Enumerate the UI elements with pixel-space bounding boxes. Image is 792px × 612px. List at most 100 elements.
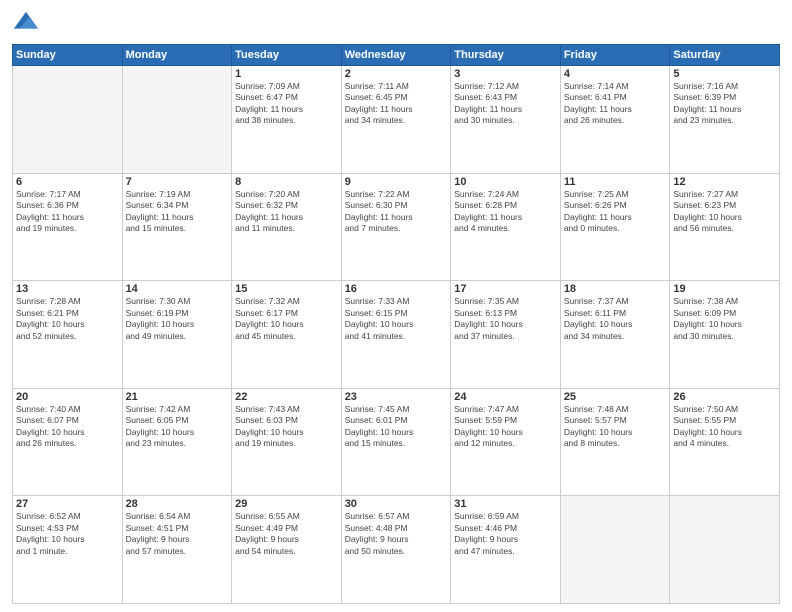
calendar-cell: 13Sunrise: 7:28 AM Sunset: 6:21 PM Dayli…: [13, 281, 123, 389]
calendar-cell: 24Sunrise: 7:47 AM Sunset: 5:59 PM Dayli…: [451, 388, 561, 496]
calendar-day-header: Tuesday: [232, 45, 342, 66]
day-info: Sunrise: 7:50 AM Sunset: 5:55 PM Dayligh…: [673, 404, 776, 450]
calendar-header-row: SundayMondayTuesdayWednesdayThursdayFrid…: [13, 45, 780, 66]
calendar-cell: 22Sunrise: 7:43 AM Sunset: 6:03 PM Dayli…: [232, 388, 342, 496]
calendar-cell: 31Sunrise: 6:59 AM Sunset: 4:46 PM Dayli…: [451, 496, 561, 604]
day-info: Sunrise: 7:14 AM Sunset: 6:41 PM Dayligh…: [564, 81, 667, 127]
calendar-cell: 4Sunrise: 7:14 AM Sunset: 6:41 PM Daylig…: [560, 66, 670, 174]
calendar-cell: 9Sunrise: 7:22 AM Sunset: 6:30 PM Daylig…: [341, 173, 451, 281]
day-number: 25: [564, 391, 667, 403]
day-number: 11: [564, 176, 667, 188]
calendar-week-row: 6Sunrise: 7:17 AM Sunset: 6:36 PM Daylig…: [13, 173, 780, 281]
day-info: Sunrise: 7:38 AM Sunset: 6:09 PM Dayligh…: [673, 296, 776, 342]
calendar-day-header: Friday: [560, 45, 670, 66]
calendar-cell: 11Sunrise: 7:25 AM Sunset: 6:26 PM Dayli…: [560, 173, 670, 281]
calendar-cell: 2Sunrise: 7:11 AM Sunset: 6:45 PM Daylig…: [341, 66, 451, 174]
day-info: Sunrise: 7:43 AM Sunset: 6:03 PM Dayligh…: [235, 404, 338, 450]
calendar-cell: 7Sunrise: 7:19 AM Sunset: 6:34 PM Daylig…: [122, 173, 232, 281]
calendar-cell: [560, 496, 670, 604]
day-number: 30: [345, 498, 448, 510]
day-number: 4: [564, 68, 667, 80]
calendar-cell: 5Sunrise: 7:16 AM Sunset: 6:39 PM Daylig…: [670, 66, 780, 174]
day-info: Sunrise: 7:16 AM Sunset: 6:39 PM Dayligh…: [673, 81, 776, 127]
day-number: 23: [345, 391, 448, 403]
calendar-week-row: 13Sunrise: 7:28 AM Sunset: 6:21 PM Dayli…: [13, 281, 780, 389]
calendar-cell: 10Sunrise: 7:24 AM Sunset: 6:28 PM Dayli…: [451, 173, 561, 281]
day-info: Sunrise: 7:11 AM Sunset: 6:45 PM Dayligh…: [345, 81, 448, 127]
calendar-cell: 16Sunrise: 7:33 AM Sunset: 6:15 PM Dayli…: [341, 281, 451, 389]
day-info: Sunrise: 6:54 AM Sunset: 4:51 PM Dayligh…: [126, 511, 229, 557]
calendar-day-header: Monday: [122, 45, 232, 66]
day-number: 31: [454, 498, 557, 510]
day-info: Sunrise: 6:52 AM Sunset: 4:53 PM Dayligh…: [16, 511, 119, 557]
day-info: Sunrise: 7:48 AM Sunset: 5:57 PM Dayligh…: [564, 404, 667, 450]
calendar-day-header: Saturday: [670, 45, 780, 66]
day-number: 29: [235, 498, 338, 510]
day-number: 22: [235, 391, 338, 403]
calendar-cell: 27Sunrise: 6:52 AM Sunset: 4:53 PM Dayli…: [13, 496, 123, 604]
day-number: 26: [673, 391, 776, 403]
day-info: Sunrise: 7:24 AM Sunset: 6:28 PM Dayligh…: [454, 189, 557, 235]
day-info: Sunrise: 7:28 AM Sunset: 6:21 PM Dayligh…: [16, 296, 119, 342]
day-number: 20: [16, 391, 119, 403]
calendar-cell: 30Sunrise: 6:57 AM Sunset: 4:48 PM Dayli…: [341, 496, 451, 604]
calendar-week-row: 20Sunrise: 7:40 AM Sunset: 6:07 PM Dayli…: [13, 388, 780, 496]
day-number: 17: [454, 283, 557, 295]
page-header: [12, 10, 780, 38]
logo: [12, 10, 44, 38]
day-number: 2: [345, 68, 448, 80]
calendar-cell: 6Sunrise: 7:17 AM Sunset: 6:36 PM Daylig…: [13, 173, 123, 281]
day-info: Sunrise: 7:37 AM Sunset: 6:11 PM Dayligh…: [564, 296, 667, 342]
day-number: 24: [454, 391, 557, 403]
calendar-cell: 14Sunrise: 7:30 AM Sunset: 6:19 PM Dayli…: [122, 281, 232, 389]
day-number: 5: [673, 68, 776, 80]
day-info: Sunrise: 7:09 AM Sunset: 6:47 PM Dayligh…: [235, 81, 338, 127]
calendar-week-row: 1Sunrise: 7:09 AM Sunset: 6:47 PM Daylig…: [13, 66, 780, 174]
calendar-cell: 18Sunrise: 7:37 AM Sunset: 6:11 PM Dayli…: [560, 281, 670, 389]
calendar-week-row: 27Sunrise: 6:52 AM Sunset: 4:53 PM Dayli…: [13, 496, 780, 604]
day-info: Sunrise: 7:17 AM Sunset: 6:36 PM Dayligh…: [16, 189, 119, 235]
day-number: 18: [564, 283, 667, 295]
day-number: 14: [126, 283, 229, 295]
day-info: Sunrise: 7:27 AM Sunset: 6:23 PM Dayligh…: [673, 189, 776, 235]
calendar-cell: 17Sunrise: 7:35 AM Sunset: 6:13 PM Dayli…: [451, 281, 561, 389]
day-info: Sunrise: 7:42 AM Sunset: 6:05 PM Dayligh…: [126, 404, 229, 450]
day-number: 3: [454, 68, 557, 80]
calendar-cell: 12Sunrise: 7:27 AM Sunset: 6:23 PM Dayli…: [670, 173, 780, 281]
day-number: 8: [235, 176, 338, 188]
day-number: 13: [16, 283, 119, 295]
day-info: Sunrise: 7:45 AM Sunset: 6:01 PM Dayligh…: [345, 404, 448, 450]
day-info: Sunrise: 7:32 AM Sunset: 6:17 PM Dayligh…: [235, 296, 338, 342]
calendar-cell: 23Sunrise: 7:45 AM Sunset: 6:01 PM Dayli…: [341, 388, 451, 496]
day-number: 9: [345, 176, 448, 188]
day-number: 16: [345, 283, 448, 295]
day-info: Sunrise: 7:33 AM Sunset: 6:15 PM Dayligh…: [345, 296, 448, 342]
calendar-cell: 26Sunrise: 7:50 AM Sunset: 5:55 PM Dayli…: [670, 388, 780, 496]
page-container: SundayMondayTuesdayWednesdayThursdayFrid…: [0, 0, 792, 612]
day-info: Sunrise: 6:59 AM Sunset: 4:46 PM Dayligh…: [454, 511, 557, 557]
calendar-cell: 19Sunrise: 7:38 AM Sunset: 6:09 PM Dayli…: [670, 281, 780, 389]
day-number: 7: [126, 176, 229, 188]
day-info: Sunrise: 7:19 AM Sunset: 6:34 PM Dayligh…: [126, 189, 229, 235]
calendar-day-header: Sunday: [13, 45, 123, 66]
day-info: Sunrise: 7:40 AM Sunset: 6:07 PM Dayligh…: [16, 404, 119, 450]
calendar-cell: 8Sunrise: 7:20 AM Sunset: 6:32 PM Daylig…: [232, 173, 342, 281]
day-info: Sunrise: 7:30 AM Sunset: 6:19 PM Dayligh…: [126, 296, 229, 342]
day-info: Sunrise: 6:57 AM Sunset: 4:48 PM Dayligh…: [345, 511, 448, 557]
day-number: 1: [235, 68, 338, 80]
logo-icon: [12, 10, 40, 38]
calendar-table: SundayMondayTuesdayWednesdayThursdayFrid…: [12, 44, 780, 604]
calendar-cell: [122, 66, 232, 174]
day-number: 6: [16, 176, 119, 188]
calendar-cell: 28Sunrise: 6:54 AM Sunset: 4:51 PM Dayli…: [122, 496, 232, 604]
calendar-day-header: Thursday: [451, 45, 561, 66]
day-info: Sunrise: 7:12 AM Sunset: 6:43 PM Dayligh…: [454, 81, 557, 127]
calendar-cell: 15Sunrise: 7:32 AM Sunset: 6:17 PM Dayli…: [232, 281, 342, 389]
day-number: 28: [126, 498, 229, 510]
day-info: Sunrise: 7:22 AM Sunset: 6:30 PM Dayligh…: [345, 189, 448, 235]
day-info: Sunrise: 7:25 AM Sunset: 6:26 PM Dayligh…: [564, 189, 667, 235]
day-info: Sunrise: 6:55 AM Sunset: 4:49 PM Dayligh…: [235, 511, 338, 557]
calendar-cell: 25Sunrise: 7:48 AM Sunset: 5:57 PM Dayli…: [560, 388, 670, 496]
calendar-cell: 21Sunrise: 7:42 AM Sunset: 6:05 PM Dayli…: [122, 388, 232, 496]
day-number: 19: [673, 283, 776, 295]
